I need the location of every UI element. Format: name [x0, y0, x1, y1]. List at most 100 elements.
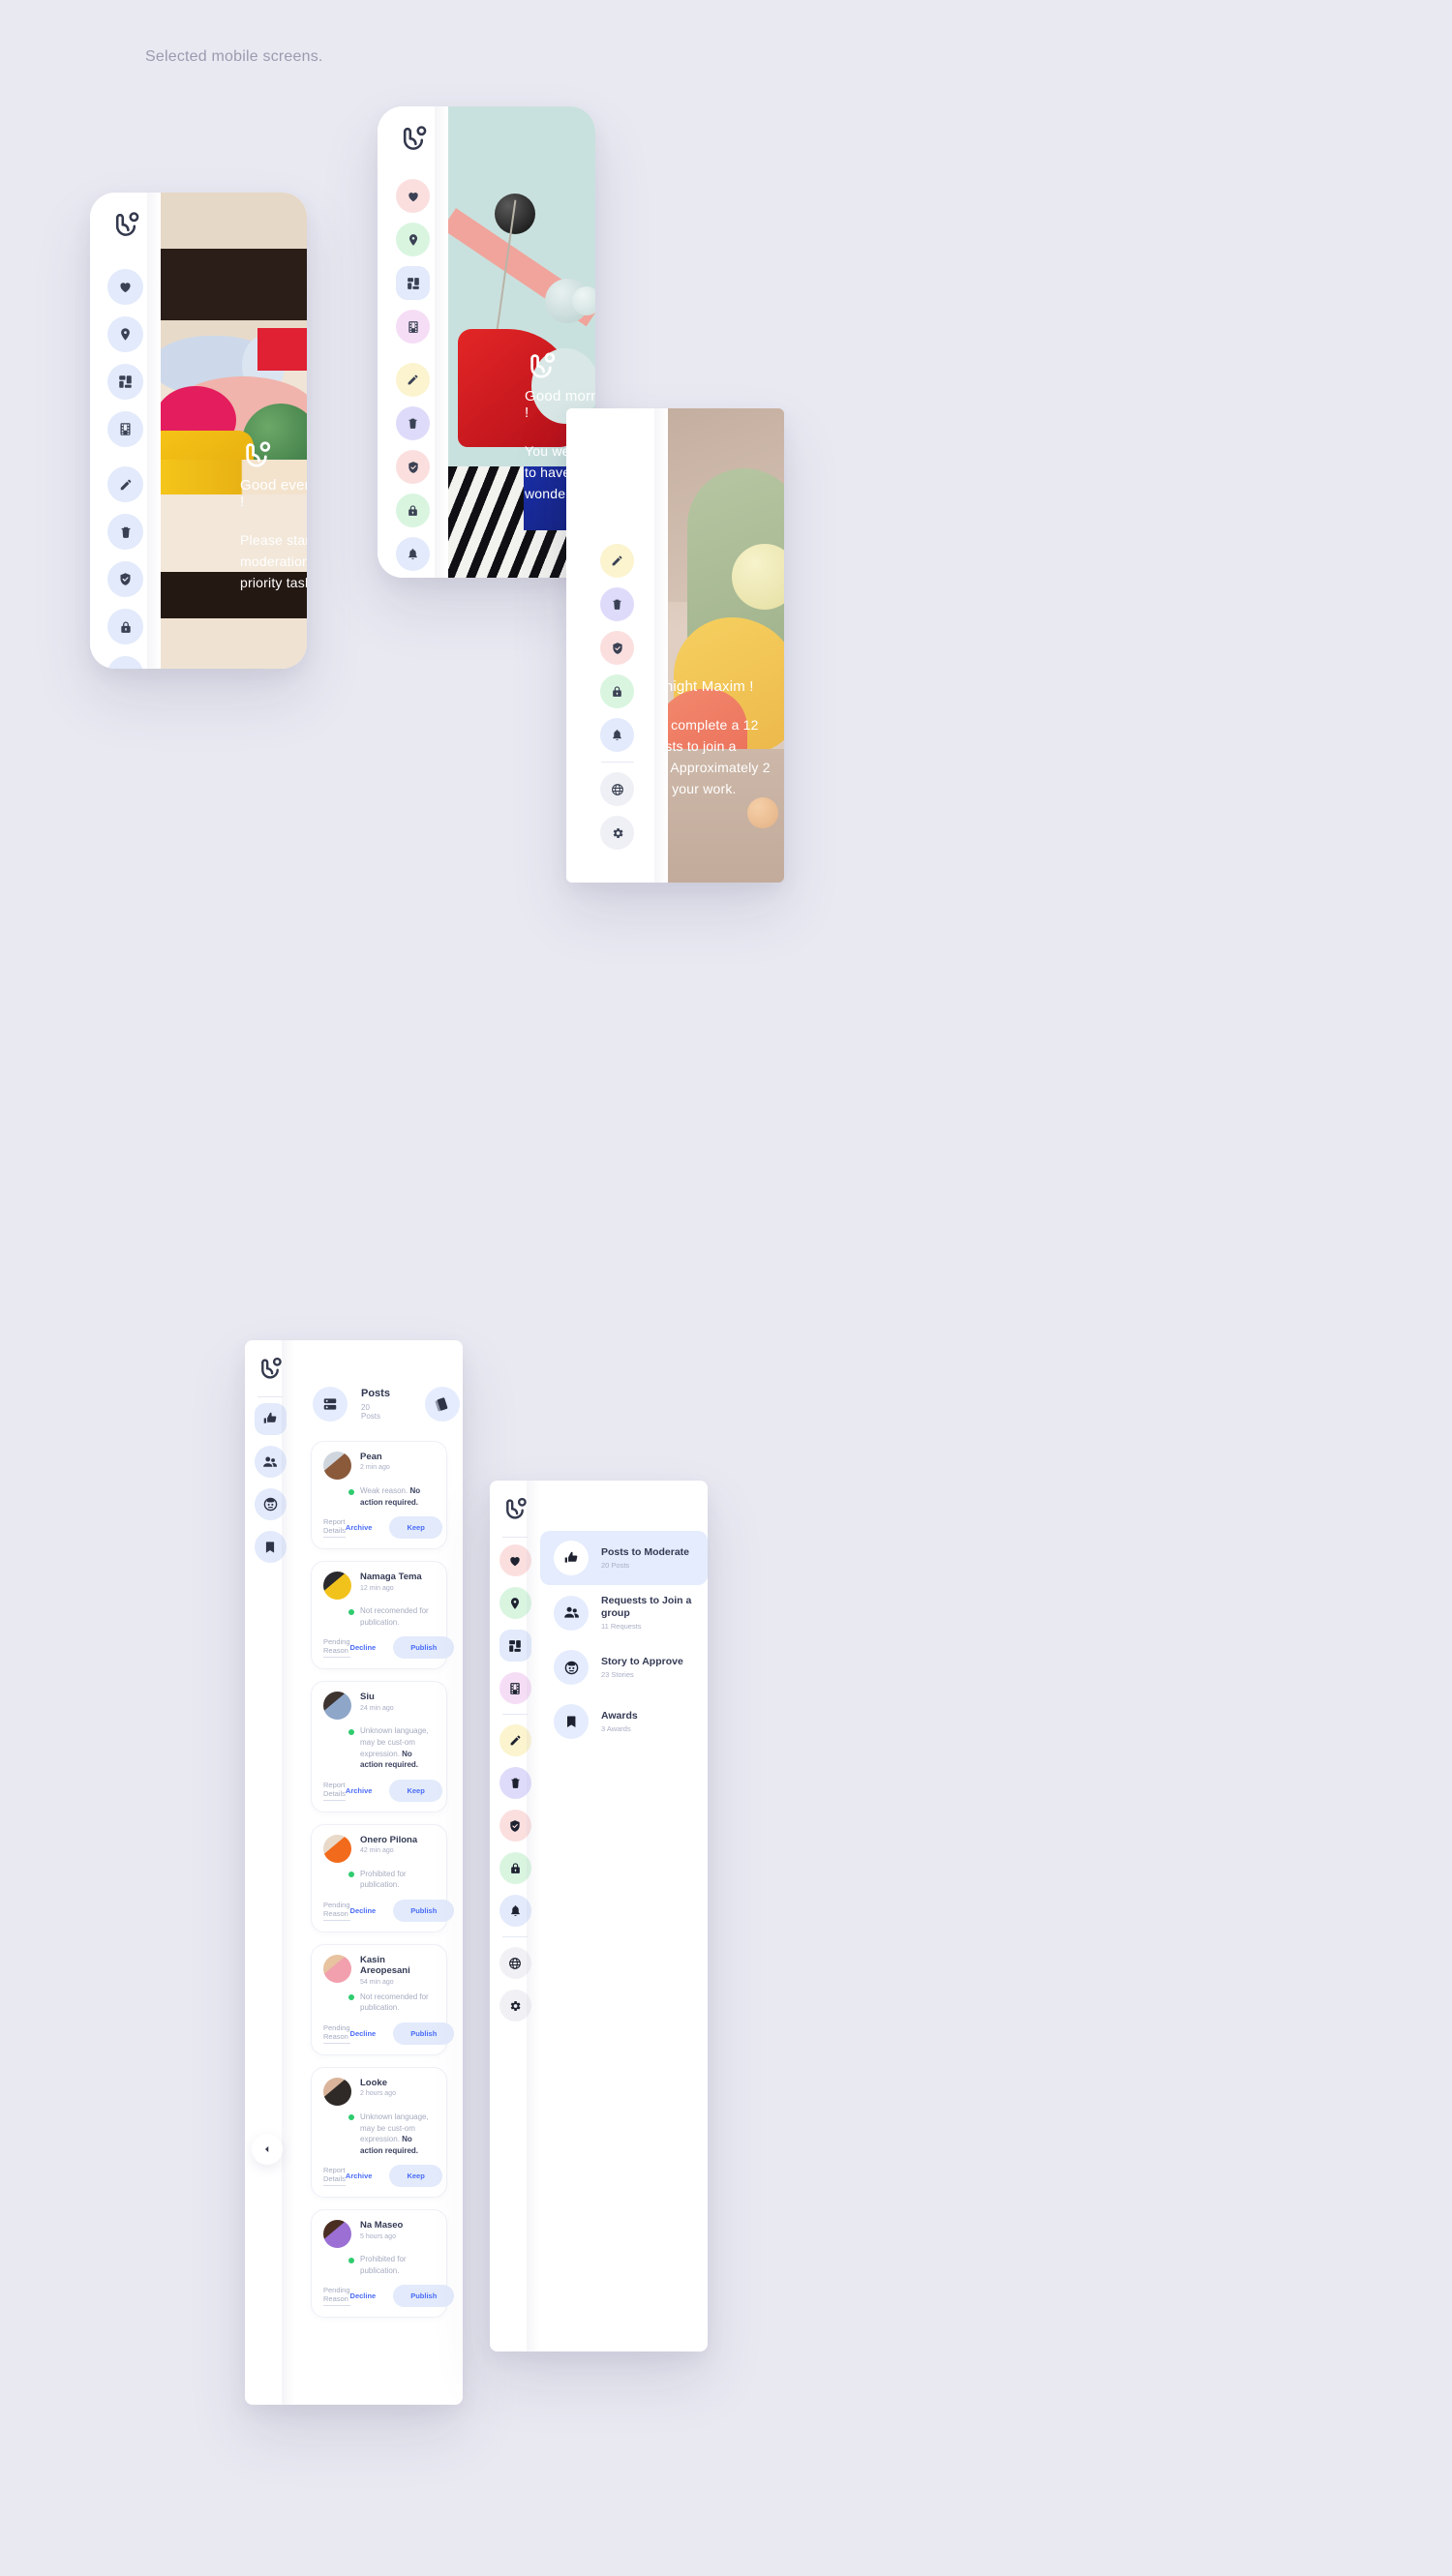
- post-left-action[interactable]: Pending Reason: [323, 2023, 350, 2044]
- server-icon[interactable]: [313, 1387, 348, 1422]
- post-mid-action[interactable]: Archive: [346, 1523, 373, 1532]
- post-mid-action[interactable]: Decline: [350, 2291, 377, 2300]
- post-left-action[interactable]: Pending Reason: [323, 1637, 350, 1659]
- app-logo-icon[interactable]: [398, 124, 429, 160]
- sidebar-item-edit[interactable]: [600, 544, 634, 578]
- post-timestamp: 42 min ago: [360, 1847, 394, 1855]
- sidebar-item-media[interactable]: [396, 310, 430, 344]
- menu-item[interactable]: Story to Approve 23 Stories: [540, 1640, 708, 1694]
- sidebar-rail-evening: [90, 193, 161, 669]
- sidebar-item-grid[interactable]: [499, 1630, 531, 1662]
- greeting-message: Please start with Posts moderation, it i…: [240, 532, 307, 591]
- post-mid-action[interactable]: Decline: [350, 1906, 377, 1915]
- app-logo-icon[interactable]: [110, 210, 141, 246]
- sidebar-item-delete[interactable]: [499, 1767, 531, 1799]
- menu-item[interactable]: Requests to Join a group 11 Requests: [540, 1585, 708, 1640]
- post-left-action[interactable]: Pending Reason: [323, 2286, 350, 2307]
- sidebar-item-requests[interactable]: [254, 1446, 287, 1478]
- post-left-action[interactable]: Report Details: [323, 1517, 346, 1539]
- post-actions: Pending Reason Decline Publish: [323, 1899, 455, 1922]
- sidebar-item-settings[interactable]: [600, 816, 634, 850]
- post-actions: Report Details Archive Keep: [323, 1779, 442, 1802]
- post-card[interactable]: Siu 24 min ago Unknown language, may be …: [311, 1681, 447, 1812]
- menu-item-text: Posts to Moderate 20 Posts: [601, 1546, 689, 1570]
- post-mid-action[interactable]: Decline: [350, 2029, 377, 2038]
- post-left-action[interactable]: Report Details: [323, 1781, 346, 1801]
- sidebar-item-notifications[interactable]: [499, 1895, 531, 1927]
- sidebar-item-moderation[interactable]: [396, 450, 430, 484]
- post-left-action[interactable]: Report Details: [323, 2166, 346, 2187]
- sidebar-item-moderation[interactable]: [499, 1810, 531, 1842]
- post-card[interactable]: Pean 2 min ago Weak reason. No action re…: [311, 1441, 447, 1550]
- sidebar-item-heart[interactable]: [107, 269, 143, 305]
- sidebar-item-location[interactable]: [396, 223, 430, 256]
- sidebar-item-moderation[interactable]: [600, 631, 634, 665]
- sidebar-item-privacy[interactable]: [499, 1852, 531, 1884]
- sidebar-item-location[interactable]: [107, 316, 143, 352]
- sidebar-item-media[interactable]: [107, 411, 143, 447]
- sidebar-item-privacy[interactable]: [396, 494, 430, 527]
- post-primary-action[interactable]: Publish: [393, 2285, 455, 2308]
- post-author-block: Kasin Areopesani 54 min ago: [360, 1955, 435, 1986]
- post-primary-action[interactable]: Publish: [393, 1636, 455, 1660]
- sidebar-item-notifications[interactable]: [107, 656, 143, 669]
- post-card-header: Na Maseo 5 hours ago: [323, 2220, 435, 2249]
- app-logo-icon[interactable]: [257, 1356, 284, 1388]
- sidebar-item-media[interactable]: [499, 1672, 531, 1704]
- post-reason-text: Unknown language, may be cust-om express…: [360, 1726, 429, 1770]
- menu-item[interactable]: Posts to Moderate 20 Posts: [540, 1531, 708, 1585]
- collapse-sidebar-button[interactable]: [252, 2134, 283, 2165]
- post-primary-action[interactable]: Publish: [393, 2022, 455, 2045]
- post-primary-action[interactable]: Keep: [389, 1516, 442, 1540]
- page-caption: Selected mobile screens.: [145, 48, 323, 65]
- post-card[interactable]: Namaga Tema 12 min ago Not recomended fo…: [311, 1561, 455, 1670]
- post-author-name: Na Maseo: [360, 2220, 404, 2232]
- sidebar-item-stories[interactable]: [254, 1488, 287, 1520]
- phone-mockup-morning: Good morning Maxim ! You were lucky toni…: [378, 106, 595, 578]
- post-reason-text: Prohibited for publication.: [360, 1869, 407, 1890]
- post-primary-action[interactable]: Publish: [393, 1899, 455, 1922]
- sidebar-item-heart[interactable]: [396, 179, 430, 213]
- status-dot: [348, 1728, 354, 1735]
- post-primary-action[interactable]: Keep: [389, 1779, 442, 1802]
- sidebar-item-settings[interactable]: [499, 1990, 531, 2022]
- menu-item-list: Posts to Moderate 20 Posts Requests to J…: [540, 1481, 708, 2351]
- sidebar-item-delete[interactable]: [600, 587, 634, 621]
- sidebar-item-delete[interactable]: [396, 406, 430, 440]
- sidebar-item-moderation[interactable]: [107, 561, 143, 597]
- post-mid-action[interactable]: Archive: [346, 2172, 373, 2180]
- status-dot: [348, 1994, 354, 2001]
- sidebar-item-awards[interactable]: [254, 1531, 287, 1563]
- post-card[interactable]: Looke 2 hours ago Unknown language, may …: [311, 2066, 447, 2199]
- sidebar-item-edit[interactable]: [107, 466, 143, 502]
- post-author-name: Pean: [360, 1452, 382, 1462]
- cards-icon[interactable]: [424, 1387, 460, 1422]
- sidebar-item-language[interactable]: [600, 772, 634, 806]
- sidebar-item-posts-to-moderate[interactable]: [254, 1403, 287, 1435]
- post-card[interactable]: Na Maseo 5 hours ago Prohibited for publ…: [311, 2209, 455, 2319]
- sidebar-item-grid[interactable]: [396, 266, 430, 300]
- sidebar-item-privacy[interactable]: [600, 674, 634, 708]
- menu-item[interactable]: Awards 3 Awards: [540, 1694, 708, 1749]
- sidebar-item-notifications[interactable]: [600, 718, 634, 752]
- post-left-action[interactable]: Pending Reason: [323, 1901, 350, 1921]
- post-primary-action[interactable]: Keep: [389, 2165, 442, 2188]
- sidebar-item-heart[interactable]: [499, 1544, 531, 1576]
- app-logo-icon[interactable]: [501, 1496, 529, 1528]
- post-card[interactable]: Onero Pilona 42 min ago Prohibited for p…: [311, 1823, 455, 1932]
- sidebar-item-notifications[interactable]: [396, 537, 430, 571]
- post-author-name: Onero Pilona: [360, 1834, 418, 1845]
- menu-item-title: Awards: [601, 1710, 638, 1722]
- sidebar-item-language[interactable]: [499, 1947, 531, 1979]
- greeting-overlay-evening: Good evening Maxim ! Please start with P…: [240, 439, 307, 593]
- sidebar-item-grid[interactable]: [107, 364, 143, 400]
- sidebar-item-edit[interactable]: [499, 1724, 531, 1756]
- avatar: [323, 1692, 351, 1721]
- sidebar-item-delete[interactable]: [107, 514, 143, 550]
- post-card[interactable]: Kasin Areopesani 54 min ago Not recomend…: [311, 1943, 455, 2055]
- sidebar-item-location[interactable]: [499, 1587, 531, 1619]
- sidebar-item-edit[interactable]: [396, 363, 430, 397]
- post-mid-action[interactable]: Decline: [350, 1643, 377, 1652]
- sidebar-item-privacy[interactable]: [107, 609, 143, 644]
- post-mid-action[interactable]: Archive: [346, 1786, 373, 1795]
